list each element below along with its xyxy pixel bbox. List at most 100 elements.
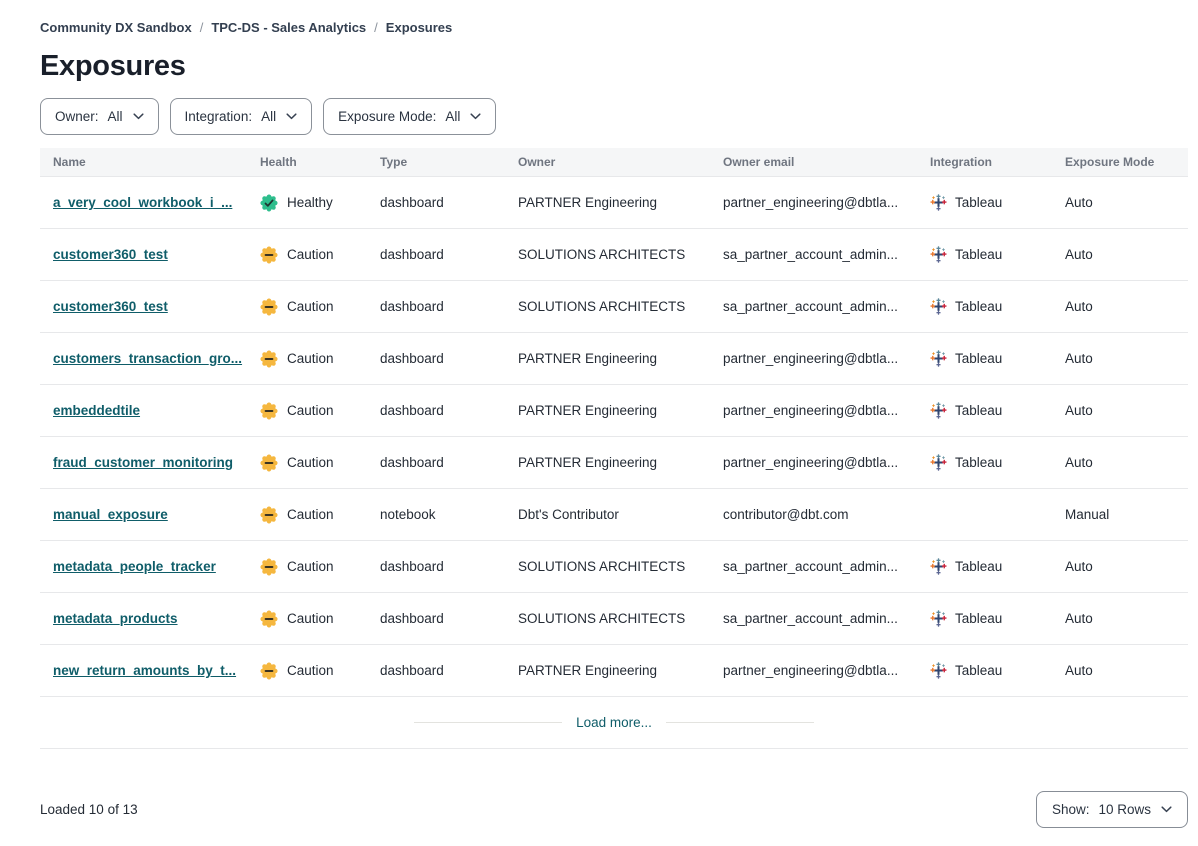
health-label: Caution — [287, 403, 334, 418]
table-row: metadata_products — [40, 593, 1188, 645]
owner-email-value: contributor@dbt.com — [710, 507, 917, 522]
health-label: Caution — [287, 559, 334, 574]
exposure-name-link[interactable]: fraud_customer_monitoring — [53, 455, 233, 470]
exposure-mode-value: Auto — [1052, 611, 1188, 626]
exposure-mode-value: Auto — [1052, 299, 1188, 314]
table-row: customer360_test — [40, 281, 1188, 333]
owner-value: PARTNER Engineering — [505, 351, 710, 366]
health-status-icon — [260, 610, 278, 628]
type-value: dashboard — [367, 247, 505, 262]
type-value: dashboard — [367, 403, 505, 418]
exposure-name-link[interactable]: metadata_products — [53, 611, 178, 626]
owner-value: SOLUTIONS ARCHITECTS — [505, 247, 710, 262]
tableau-icon — [930, 298, 947, 315]
filter-dropdown[interactable]: Owner: All — [40, 98, 159, 135]
health-label: Caution — [287, 507, 334, 522]
health-status-icon — [260, 402, 278, 420]
health-status-icon — [260, 298, 278, 316]
type-value: dashboard — [367, 663, 505, 678]
show-rows-value: 10 Rows — [1098, 802, 1151, 817]
health-status-icon — [260, 506, 278, 524]
health-status-icon — [260, 246, 278, 264]
owner-value: SOLUTIONS ARCHITECTS — [505, 559, 710, 574]
exposure-name-link[interactable]: manual_exposure — [53, 507, 168, 522]
exposure-mode-value: Auto — [1052, 403, 1188, 418]
table-row: new_return_amounts_by_t... — [40, 645, 1188, 697]
owner-value: SOLUTIONS ARCHITECTS — [505, 611, 710, 626]
integration-label: Tableau — [955, 247, 1002, 262]
exposure-mode-value: Auto — [1052, 247, 1188, 262]
health-label: Caution — [287, 663, 334, 678]
exposure-name-link[interactable]: embeddedtile — [53, 403, 140, 418]
show-rows-label: Show: — [1052, 802, 1090, 817]
exposures-page: Community DX Sandbox / TPC-DS - Sales An… — [0, 0, 1198, 828]
column-header: Health — [247, 155, 367, 169]
breadcrumb-item[interactable]: Community DX Sandbox — [40, 20, 192, 35]
owner-email-value: sa_partner_account_admin... — [710, 611, 917, 626]
exposure-name-link[interactable]: metadata_people_tracker — [53, 559, 216, 574]
owner-email-value: partner_engineering@dbtla... — [710, 403, 917, 418]
column-header: Owner — [505, 155, 710, 169]
divider — [666, 722, 814, 723]
exposure-name-link[interactable]: customers_transaction_gro... — [53, 351, 242, 366]
column-header: Integration — [917, 155, 1052, 169]
type-value: dashboard — [367, 611, 505, 626]
health-label: Healthy — [287, 195, 333, 210]
integration-label: Tableau — [955, 611, 1002, 626]
health-status-icon — [260, 558, 278, 576]
table-row: a_very_cool_workbook_i_... — [40, 177, 1188, 229]
owner-email-value: sa_partner_account_admin... — [710, 299, 917, 314]
tableau-icon — [930, 610, 947, 627]
exposure-name-link[interactable]: customer360_test — [53, 299, 168, 314]
integration-label: Tableau — [955, 455, 1002, 470]
exposure-mode-value: Auto — [1052, 559, 1188, 574]
column-header: Owner email — [710, 155, 917, 169]
exposure-mode-value: Auto — [1052, 351, 1188, 366]
exposure-mode-value: Manual — [1052, 507, 1188, 522]
integration-label: Tableau — [955, 299, 1002, 314]
integration-label: Tableau — [955, 403, 1002, 418]
table-header-row: Name Health Type Owner Owner email Integ… — [40, 148, 1188, 177]
filter-value: All — [261, 109, 276, 124]
type-value: dashboard — [367, 455, 505, 470]
breadcrumb-separator: / — [374, 20, 378, 35]
load-more-link[interactable]: Load more... — [576, 715, 652, 730]
chevron-down-icon — [286, 113, 297, 120]
health-status-icon — [260, 350, 278, 368]
filter-bar: Owner: All Integration: All Exposure Mod… — [40, 98, 1188, 135]
tableau-icon — [930, 558, 947, 575]
owner-email-value: sa_partner_account_admin... — [710, 559, 917, 574]
type-value: notebook — [367, 507, 505, 522]
table-footer: Loaded 10 of 13 Show: 10 Rows — [40, 791, 1188, 828]
table-row: customers_transaction_gro... — [40, 333, 1188, 385]
filter-dropdown[interactable]: Integration: All — [170, 98, 313, 135]
filter-dropdown[interactable]: Exposure Mode: All — [323, 98, 496, 135]
column-header: Exposure Mode — [1052, 155, 1188, 169]
health-status-icon — [260, 194, 278, 212]
health-label: Caution — [287, 351, 334, 366]
health-label: Caution — [287, 247, 334, 262]
exposure-name-link[interactable]: customer360_test — [53, 247, 168, 262]
breadcrumb-item[interactable]: TPC-DS - Sales Analytics — [211, 20, 366, 35]
chevron-down-icon — [133, 113, 144, 120]
filter-label: Owner: — [55, 109, 99, 124]
exposure-name-link[interactable]: a_very_cool_workbook_i_... — [53, 195, 232, 210]
column-header: Type — [367, 155, 505, 169]
exposure-name-link[interactable]: new_return_amounts_by_t... — [53, 663, 236, 678]
show-rows-dropdown[interactable]: Show: 10 Rows — [1036, 791, 1188, 828]
exposure-mode-value: Auto — [1052, 455, 1188, 470]
health-label: Caution — [287, 299, 334, 314]
filter-value: All — [108, 109, 123, 124]
health-label: Caution — [287, 455, 334, 470]
breadcrumb-item[interactable]: Exposures — [386, 20, 452, 35]
exposure-mode-value: Auto — [1052, 195, 1188, 210]
owner-value: PARTNER Engineering — [505, 663, 710, 678]
page-title: Exposures — [40, 50, 1188, 83]
owner-value: PARTNER Engineering — [505, 403, 710, 418]
owner-value: PARTNER Engineering — [505, 195, 710, 210]
tableau-icon — [930, 402, 947, 419]
table-row: metadata_people_tracker — [40, 541, 1188, 593]
filter-value: All — [445, 109, 460, 124]
type-value: dashboard — [367, 559, 505, 574]
load-more-row: Load more... — [40, 697, 1188, 749]
